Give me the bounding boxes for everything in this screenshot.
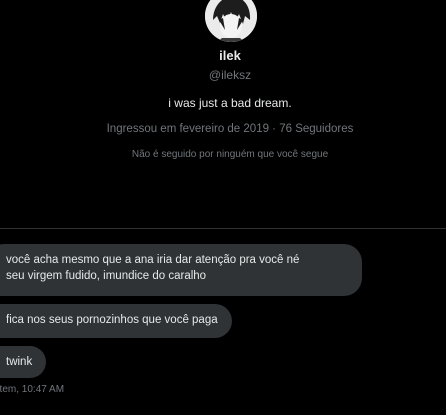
- message-bubble[interactable]: twink: [0, 346, 47, 378]
- message-text: seu virgem fudido, imundice do caralho: [6, 270, 207, 282]
- message-bubble[interactable]: você acha mesmo que a ana iria dar atenç…: [0, 244, 362, 296]
- message-text: twink: [6, 356, 33, 368]
- profile-avatar-icon: [205, 0, 257, 42]
- profile-meta: Ingressou em fevereiro de 2019 · 76 Segu…: [106, 123, 354, 135]
- avatar[interactable]: [205, 0, 257, 42]
- message-bubble[interactable]: fica nos seus pornozinhos que você paga: [0, 304, 232, 338]
- profile-handle: @ileksz: [208, 68, 252, 82]
- divider: [0, 228, 446, 229]
- profile-bio: i was just a bad dream.: [168, 96, 292, 110]
- message-text: fica nos seus pornozinhos que você paga: [6, 314, 218, 326]
- message-text: você acha mesmo que a ana iria dar atenç…: [6, 254, 300, 266]
- message-timestamp: ntem, 10:47 AM: [0, 384, 65, 395]
- followers-you-know-note: Não é seguido por ninguém que você segue: [131, 149, 329, 160]
- profile-name[interactable]: ilek: [0, 48, 446, 63]
